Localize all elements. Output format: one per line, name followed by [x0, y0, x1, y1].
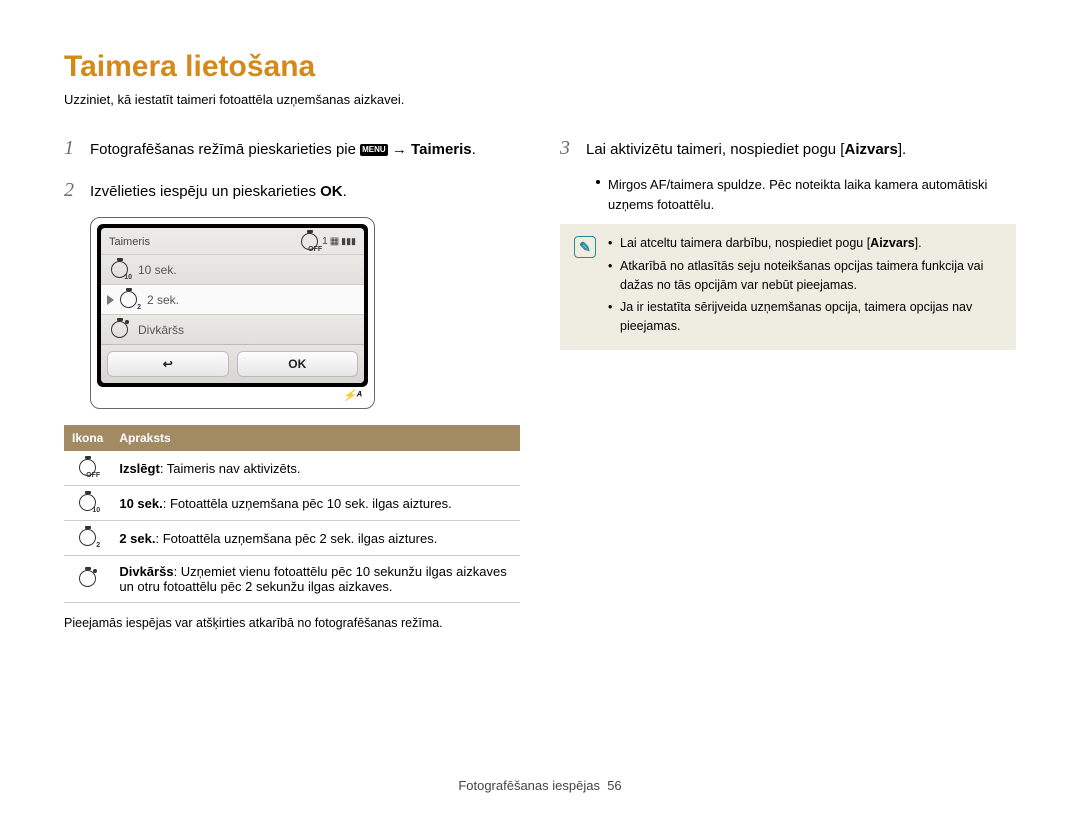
bullet-icon	[596, 180, 600, 184]
footnote: Pieejamās iespējas var atšķirties atkarī…	[64, 615, 520, 633]
timer-icon	[111, 321, 128, 338]
step-1-prefix: Fotografēšanas režīmā pieskarieties pie	[90, 141, 360, 158]
timer-2-icon: 2	[79, 529, 96, 546]
step-1-target: Taimeris	[411, 141, 472, 158]
list-item-2sek[interactable]: 2 2 sek.	[101, 284, 364, 314]
list-item-10sek[interactable]: 10 10 sek.	[101, 254, 364, 284]
row-bold: 2 sek.	[119, 531, 155, 546]
row-text: : Uzņemiet vienu fotoattēlu pēc 10 sekun…	[119, 564, 506, 594]
row-text: : Taimeris nav aktivizēts.	[160, 461, 301, 476]
row-bold: Izslēgt	[119, 461, 159, 476]
step-2: 2 Izvēlieties iespēju un pieskarieties O…	[64, 175, 520, 205]
th-icon: Ikona	[64, 425, 111, 451]
arrow: →	[392, 141, 411, 158]
page-subtitle: Uzziniet, kā iestatīt taimeri fotoattēla…	[64, 92, 1016, 107]
row-text: : Fotoattēla uzņemšana pēc 2 sek. ilgas …	[156, 531, 438, 546]
list-label: 2 sek.	[147, 293, 179, 307]
table-row: Divkāršs: Uzņemiet vienu fotoattēlu pēc …	[64, 556, 520, 603]
page-footer: Fotografēšanas iespējas 56	[0, 778, 1080, 793]
step-number: 1	[64, 133, 82, 163]
screen-footer: ↩ OK	[101, 344, 364, 383]
table-row: 2 2 sek.: Fotoattēla uzņemšana pēc 2 sek…	[64, 521, 520, 556]
table-row: OFF Izslēgt: Taimeris nav aktivizēts.	[64, 451, 520, 486]
page-title: Taimera lietošana	[64, 50, 1016, 84]
list-label: 10 sek.	[138, 263, 177, 277]
step-number: 2	[64, 175, 82, 205]
step-3-suffix: ].	[898, 141, 906, 158]
ok-glyph: OK	[320, 183, 343, 200]
table-row: 10 10 sek.: Fotoattēla uzņemšana pēc 10 …	[64, 486, 520, 521]
note-item: Lai atceltu taimera darbību, nospiediet …	[608, 234, 1002, 253]
th-desc: Apraksts	[111, 425, 520, 451]
screen-title: Taimeris	[109, 236, 150, 248]
screen-header: Taimeris OFF 1 ▦ ▮▮▮	[101, 228, 364, 254]
note-prefix: Lai atceltu taimera darbību, nospiediet …	[620, 236, 870, 250]
footer-page: 56	[607, 778, 621, 793]
timer-icon: 2	[120, 291, 137, 308]
note-suffix: ].	[915, 236, 922, 250]
menu-icon: MENU	[360, 144, 388, 156]
step-3-prefix: Lai aktivizētu taimeri, nospiediet pogu …	[586, 141, 844, 158]
footer-section: Fotografēšanas iespējas	[458, 778, 600, 793]
row-text: : Fotoattēla uzņemšana pēc 10 sek. ilgas…	[163, 496, 452, 511]
back-button[interactable]: ↩	[107, 351, 229, 377]
step-3-sub: Mirgos AF/taimera spuldze. Pēc noteikta …	[596, 175, 1016, 214]
timer-10-icon: 10	[79, 494, 96, 511]
selection-caret-icon	[107, 295, 114, 305]
note-bold: Aizvars	[870, 236, 914, 250]
timer-off-icon: OFF	[79, 459, 96, 476]
step-1: 1 Fotografēšanas režīmā pieskarieties pi…	[64, 133, 520, 163]
step-number: 3	[560, 133, 578, 163]
timer-icon: OFF	[301, 233, 318, 250]
step-3-text: Lai aktivizētu taimeri, nospiediet pogu …	[586, 139, 1016, 162]
note-item: Atkarībā no atlasītās seju noteikšanas o…	[608, 257, 1002, 295]
flash-indicator-icon: ⚡ᴬ	[97, 387, 368, 402]
icon-description-table: Ikona Apraksts OFF Izslēgt: Taimeris nav…	[64, 425, 520, 603]
row-bold: Divkāršs	[119, 564, 173, 579]
device-mockup: Taimeris OFF 1 ▦ ▮▮▮ 10 10 sek.	[90, 217, 375, 409]
note-box: ✎ Lai atceltu taimera darbību, nospiedie…	[560, 224, 1016, 350]
step-2-text: Izvēlieties iespēju un pieskarieties OK.	[90, 181, 520, 204]
timer-double-icon	[79, 570, 96, 587]
device-screen: Taimeris OFF 1 ▦ ▮▮▮ 10 10 sek.	[101, 228, 364, 383]
list-label: Divkāršs	[138, 323, 184, 337]
ok-button[interactable]: OK	[237, 351, 359, 377]
counter: 1	[322, 236, 328, 247]
step-1-text: Fotografēšanas režīmā pieskarieties pie …	[90, 139, 520, 162]
timer-icon: 10	[111, 261, 128, 278]
step-3: 3 Lai aktivizētu taimeri, nospiediet pog…	[560, 133, 1016, 163]
note-list: Lai atceltu taimera darbību, nospiediet …	[608, 234, 1002, 340]
list-item-double[interactable]: Divkāršs	[101, 314, 364, 344]
step-2-prefix: Izvēlieties iespēju un pieskarieties	[90, 183, 320, 200]
content-columns: 1 Fotografēšanas režīmā pieskarieties pi…	[64, 133, 1016, 633]
left-column: 1 Fotografēšanas režīmā pieskarieties pi…	[64, 133, 520, 633]
note-icon: ✎	[574, 236, 596, 258]
step-3-bold: Aizvars	[844, 141, 897, 158]
note-item: Ja ir iestatīta sērijveida uzņemšanas op…	[608, 298, 1002, 336]
screen-indicators: OFF 1 ▦ ▮▮▮	[301, 233, 356, 250]
step-3-sub-text: Mirgos AF/taimera spuldze. Pēc noteikta …	[608, 175, 1016, 214]
sd-icon: ▦	[330, 236, 339, 247]
row-bold: 10 sek.	[119, 496, 162, 511]
right-column: 3 Lai aktivizētu taimeri, nospiediet pog…	[560, 133, 1016, 633]
battery-icon: ▮▮▮	[341, 236, 356, 247]
device-inner: Taimeris OFF 1 ▦ ▮▮▮ 10 10 sek.	[97, 224, 368, 387]
